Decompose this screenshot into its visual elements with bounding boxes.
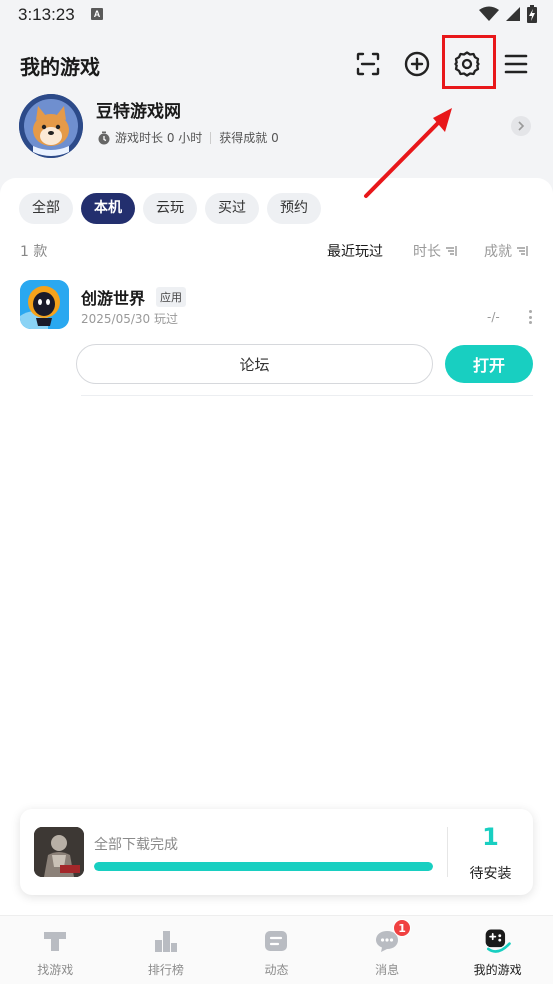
profile-stats: 游戏时长 0 小时 获得成就 0 xyxy=(97,129,279,146)
status-bar: 3:13:23 A xyxy=(0,0,553,32)
row-divider xyxy=(81,395,533,396)
more-options-icon[interactable] xyxy=(529,310,533,324)
my-games-icon xyxy=(483,926,513,956)
filter-tabs: 全部 本机 云玩 买过 预约 xyxy=(19,193,321,224)
nav-find-game[interactable]: 找游戏 xyxy=(0,916,111,984)
message-icon: 1 xyxy=(372,919,412,956)
sort-achievement[interactable]: 成就 xyxy=(484,241,528,261)
avatar[interactable] xyxy=(19,94,83,158)
pending-count: 1 xyxy=(482,823,499,851)
open-button[interactable]: 打开 xyxy=(445,345,533,383)
nav-ranking[interactable]: 排行榜 xyxy=(111,916,222,984)
annotation-highlight-box xyxy=(442,35,496,89)
game-name: 创游世界 xyxy=(81,289,146,308)
sort-recent-label: 最近玩过 xyxy=(327,244,383,260)
status-time: 3:13:23 xyxy=(18,5,75,24)
app-badge: 应用 xyxy=(156,287,186,307)
download-progress-bar xyxy=(94,862,433,871)
game-stats-value: -/- xyxy=(487,310,500,324)
nav-messages[interactable]: 1 消息 xyxy=(332,916,443,984)
sort-duration-label: 时长 xyxy=(413,244,441,260)
game-count: 1 款 xyxy=(20,244,48,260)
scan-icon[interactable] xyxy=(350,46,386,82)
sort-duration[interactable]: 时长 xyxy=(413,241,457,261)
timer-icon xyxy=(98,131,110,144)
nav-label: 排行榜 xyxy=(147,963,184,977)
achievements: 获得成就 0 xyxy=(219,131,279,145)
battery-icon xyxy=(527,5,537,23)
page-title: 我的游戏 xyxy=(20,55,100,79)
notification-icon: A xyxy=(91,8,103,20)
download-thumbnail xyxy=(34,827,84,877)
pending-label: 待安装 xyxy=(469,866,512,882)
download-progress-fill xyxy=(94,862,433,871)
nav-label: 我的游戏 xyxy=(473,963,522,977)
sort-achievement-label: 成就 xyxy=(484,244,512,260)
tab-all[interactable]: 全部 xyxy=(19,193,73,224)
sort-icon xyxy=(446,246,457,256)
stats-divider xyxy=(210,131,212,144)
find-game-icon xyxy=(40,926,70,956)
nav-my-games[interactable]: 我的游戏 xyxy=(442,916,553,984)
system-icons xyxy=(479,5,537,23)
tab-cloud[interactable]: 云玩 xyxy=(143,193,197,224)
tab-purchased[interactable]: 买过 xyxy=(205,193,259,224)
nav-label: 消息 xyxy=(375,963,400,977)
download-card[interactable]: 全部下载完成 1 待安装 xyxy=(20,809,533,895)
bottom-nav: 找游戏 排行榜 动态 1 消息 我的游戏 xyxy=(0,915,553,984)
nav-feed[interactable]: 动态 xyxy=(221,916,332,984)
tab-reserved[interactable]: 预约 xyxy=(267,193,321,224)
sort-icon xyxy=(517,246,528,256)
forum-button[interactable]: 论坛 xyxy=(76,344,433,384)
tab-local[interactable]: 本机 xyxy=(81,193,135,224)
message-badge: 1 xyxy=(393,919,412,937)
menu-icon[interactable] xyxy=(498,46,534,82)
feed-icon xyxy=(261,926,291,956)
last-played: 2025/05/30 玩过 xyxy=(81,312,178,326)
nav-label: 动态 xyxy=(264,963,289,977)
username: 豆特游戏网 xyxy=(96,102,181,122)
wifi-icon xyxy=(479,6,499,21)
download-status: 全部下载完成 xyxy=(94,837,178,853)
sort-recent[interactable]: 最近玩过 xyxy=(327,241,383,261)
nav-label: 找游戏 xyxy=(37,963,74,977)
play-time: 游戏时长 0 小时 xyxy=(115,131,203,145)
chevron-right-icon[interactable] xyxy=(511,116,531,136)
signal-icon xyxy=(506,7,520,21)
add-circle-icon[interactable] xyxy=(399,46,435,82)
game-icon[interactable] xyxy=(20,280,69,329)
ranking-icon xyxy=(151,926,181,956)
